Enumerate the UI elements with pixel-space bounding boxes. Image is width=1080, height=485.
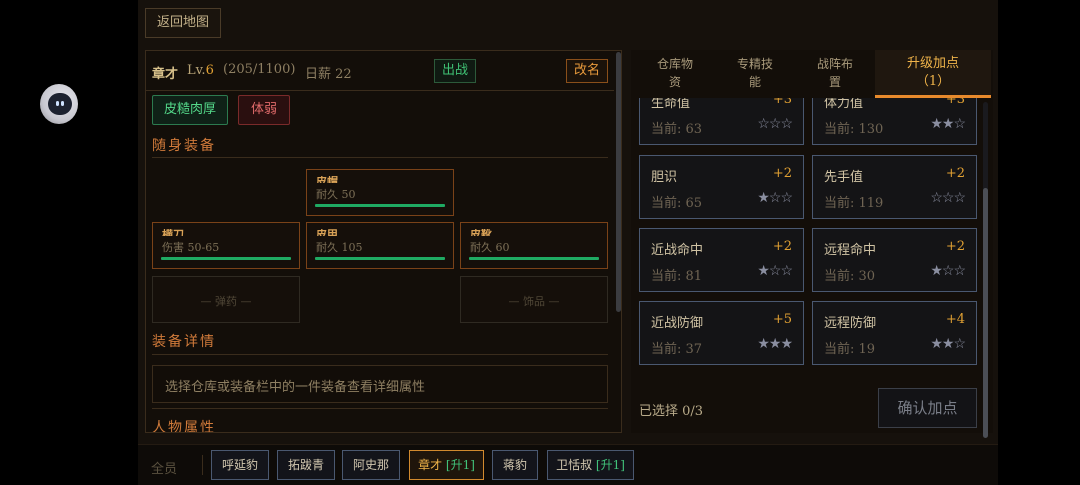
equipment-section-title: 随身装备 <box>152 138 216 154</box>
star-rating-icon: ★☆☆ <box>757 190 793 206</box>
roster-bar: 全员 呼延豹 拓跋青 阿史那 章才 [升1] 蒋豹 卫恬叔 [升1] <box>138 444 998 485</box>
equipment-detail-box: 选择仓库或装备栏中的一件装备查看详细属性 <box>152 365 608 403</box>
star-rating-icon: ☆☆☆ <box>930 190 966 206</box>
equip-slot-head[interactable]: 皮帽 耐久 50 <box>306 169 454 216</box>
trait-badge-bad[interactable]: 体弱 <box>238 95 290 125</box>
tab-formation[interactable]: 战阵布置 <box>795 50 875 98</box>
stat-card-courage[interactable]: 胆识 +2 当前: 65 ★☆☆ <box>639 155 804 219</box>
durability-bar <box>315 204 445 207</box>
character-panel: 章才 Lv.6 (205/1100) 日薪 22 出战 改名 皮糙肉厚 体弱 随… <box>145 50 622 433</box>
scrollbar-thumb[interactable] <box>983 188 988 438</box>
tab-level-up[interactable]: 升级加点 （1） <box>875 50 991 98</box>
star-rating-icon: ★★☆ <box>930 336 966 352</box>
roster-member[interactable]: 卫恬叔 [升1] <box>547 450 634 480</box>
selection-count: 已选择 0/3 <box>639 404 704 419</box>
trait-badge-good[interactable]: 皮糙肉厚 <box>152 95 228 125</box>
level-up-badge: [升1] <box>445 458 475 472</box>
durability-bar <box>161 257 291 260</box>
divider <box>152 354 608 355</box>
stat-grid: 生命值 +3 当前: 63 ☆☆☆ 体力值 +3 当前: 130 ★★☆ 胆识 +2 当前… <box>639 98 979 368</box>
durability-bar <box>469 257 599 260</box>
tab-bar: 仓库物资 专精技能 战阵布置 升级加点 （1） <box>631 50 991 98</box>
stat-card-ranged-hit[interactable]: 远程命中 +2 当前: 30 ★☆☆ <box>812 228 977 292</box>
star-rating-icon: ☆☆☆ <box>757 116 793 132</box>
star-rating-icon: ★★☆ <box>930 116 966 132</box>
roster-member[interactable]: 拓跋青 <box>277 450 335 480</box>
character-name: 章才 <box>152 67 179 82</box>
equip-slot-weapon[interactable]: 横刀 伤害 50-65 <box>152 222 300 269</box>
stat-card-ranged-defense[interactable]: 远程防御 +4 当前: 19 ★★☆ <box>812 301 977 365</box>
deploy-button[interactable]: 出战 <box>434 59 476 83</box>
character-exp: (205/1100) <box>223 62 296 77</box>
divider <box>202 455 203 475</box>
star-rating-icon: ★☆☆ <box>757 263 793 279</box>
stat-card-hp[interactable]: 生命值 +3 当前: 63 ☆☆☆ <box>639 98 804 145</box>
level-up-badge: [升1] <box>595 458 625 472</box>
confirm-points-button[interactable]: 确认加点 <box>878 388 977 428</box>
roster-member[interactable]: 呼延豹 <box>211 450 269 480</box>
back-to-map-button[interactable]: 返回地图 <box>145 8 221 38</box>
stat-card-initiative[interactable]: 先手值 +2 当前: 119 ☆☆☆ <box>812 155 977 219</box>
character-header: 章才 Lv.6 (205/1100) 日薪 22 出战 改名 <box>146 51 614 91</box>
tab-warehouse[interactable]: 仓库物资 <box>635 50 715 98</box>
divider <box>152 157 608 158</box>
roster-member[interactable]: 阿史那 <box>342 450 400 480</box>
equip-slot-ammo[interactable]: — 弹药 — <box>152 276 300 323</box>
right-scrollbar[interactable] <box>983 102 988 438</box>
bubble-face-icon <box>48 93 72 115</box>
stat-card-stamina[interactable]: 体力值 +3 当前: 130 ★★☆ <box>812 98 977 145</box>
attributes-section-title: 人物属性 <box>152 420 216 433</box>
equip-slot-body[interactable]: 皮甲 耐久 105 <box>306 222 454 269</box>
tab-skills[interactable]: 专精技能 <box>715 50 795 98</box>
left-scrollbar[interactable] <box>616 52 621 312</box>
stat-card-melee-hit[interactable]: 近战命中 +2 当前: 81 ★☆☆ <box>639 228 804 292</box>
star-rating-icon: ★☆☆ <box>930 263 966 279</box>
left-bezel <box>0 0 138 485</box>
assistant-bubble-icon[interactable] <box>40 84 78 124</box>
equip-slot-feet[interactable]: 皮靴 耐久 60 <box>460 222 608 269</box>
upgrade-panel: 仓库物资 专精技能 战阵布置 升级加点 （1） 生命值 +3 当前: 63 ☆☆☆ 体… <box>631 50 993 438</box>
equipment-detail-title: 装备详情 <box>152 334 216 350</box>
roster-member-selected[interactable]: 章才 [升1] <box>409 450 484 480</box>
divider <box>152 408 608 409</box>
character-level: Lv.6 <box>187 63 214 78</box>
character-salary: 日薪 22 <box>305 67 352 82</box>
stat-card-melee-defense[interactable]: 近战防御 +5 当前: 37 ★★★ <box>639 301 804 365</box>
right-bezel <box>998 0 1080 485</box>
durability-bar <box>315 257 445 260</box>
star-rating-icon: ★★★ <box>757 336 793 352</box>
roster-all-label[interactable]: 全员 <box>151 458 177 477</box>
rename-button[interactable]: 改名 <box>566 59 608 83</box>
equip-slot-accessory[interactable]: — 饰品 — <box>460 276 608 323</box>
game-screen: 返回地图 章才 Lv.6 (205/1100) 日薪 22 出战 改名 皮糙肉厚… <box>138 0 998 485</box>
roster-member[interactable]: 蒋豹 <box>492 450 538 480</box>
